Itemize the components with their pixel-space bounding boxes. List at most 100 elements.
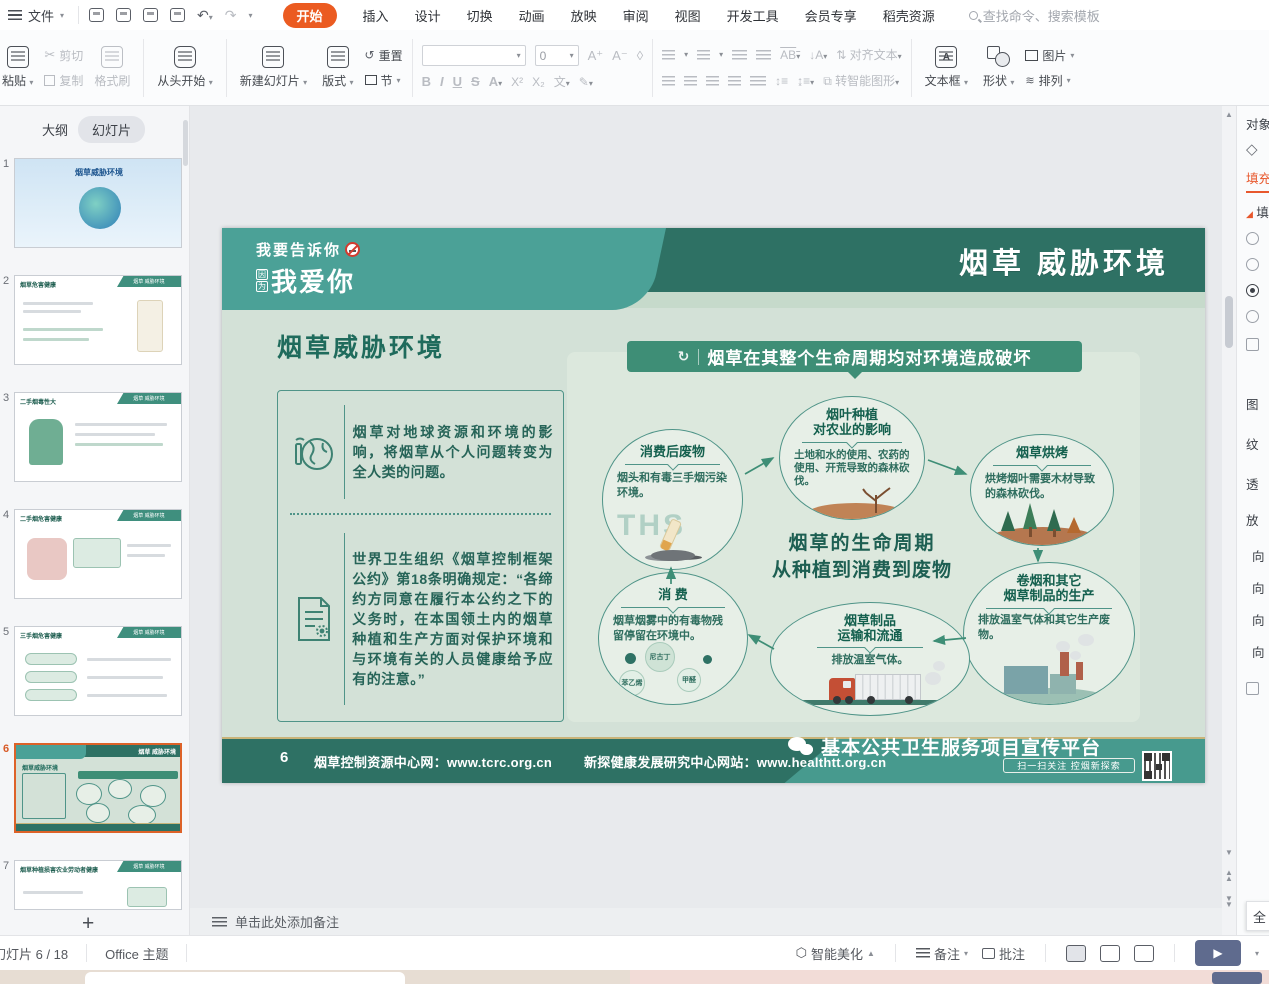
clear-format-button[interactable]: ◊ — [637, 48, 643, 63]
tab-templates[interactable]: 稻壳资源 — [883, 6, 935, 25]
panel-row-offset[interactable]: 向 — [1246, 578, 1265, 597]
corner-tooltip[interactable]: 全 — [1246, 901, 1269, 931]
reset-button[interactable]: ↺重置 — [365, 47, 403, 64]
tab-design[interactable]: 设计 — [415, 6, 441, 25]
panel-row-transparency[interactable]: 透 — [1246, 474, 1259, 493]
print-preview-icon[interactable] — [170, 8, 185, 22]
tab-slides[interactable]: 幻灯片 — [78, 116, 145, 143]
underline-button[interactable]: U — [453, 74, 462, 89]
next-slide-button[interactable]: ▼▼ — [1222, 896, 1236, 908]
vertical-text-button[interactable]: ↓A▾ — [809, 48, 827, 62]
play-options-icon[interactable]: ▾ — [1255, 949, 1259, 958]
fill-option-radio[interactable] — [1246, 310, 1259, 323]
redo-icon[interactable]: ↷ — [225, 7, 237, 24]
font-color-button[interactable]: A▾ — [489, 74, 502, 89]
slide-canvas[interactable]: 我要告诉你 因为 我爱你 烟草 威胁环境 烟草威胁环境 烟草对地球资源和环境的影… — [222, 228, 1205, 783]
fill-option-checkbox[interactable] — [1246, 338, 1259, 351]
arrange-button[interactable]: ≋排列 ▾ — [1025, 72, 1074, 89]
save-icon[interactable] — [89, 8, 104, 22]
slide-thumbnail-6-selected[interactable]: 烟草 威胁环境 烟草威胁环境 — [14, 743, 182, 833]
highlight-button[interactable]: ✎▾ — [579, 75, 593, 89]
font-family-combobox[interactable]: ▾ — [422, 45, 526, 66]
tab-home[interactable]: 开始 — [283, 3, 337, 28]
notes-button[interactable]: 备注 ▾ — [916, 944, 968, 963]
section-button[interactable]: 节 ▾ — [365, 72, 403, 89]
italic-button[interactable]: I — [440, 74, 444, 89]
bold-button[interactable]: B — [422, 74, 431, 89]
tab-review[interactable]: 审阅 — [623, 6, 649, 25]
slide-thumbnail-3[interactable]: 烟草 威胁环境 二手烟毒性大 — [14, 392, 182, 482]
fill-option-radio[interactable] — [1246, 232, 1259, 245]
para-spacing-button[interactable]: ↨≡▾ — [797, 74, 814, 88]
slide-thumbnail-1[interactable]: 烟草威胁环境 — [14, 158, 182, 248]
ribbon-collapse-icon[interactable]: ▾ — [249, 11, 253, 20]
hamburger-icon[interactable] — [8, 10, 22, 20]
fill-option-radio[interactable] — [1246, 258, 1259, 271]
smart-beautify-button[interactable]: ⬡智能美化 ▲ — [796, 944, 875, 963]
tab-slideshow[interactable]: 放映 — [571, 6, 597, 25]
cut-button[interactable]: ✂剪切 — [44, 47, 83, 64]
panel-row-offset[interactable]: 向 — [1246, 610, 1265, 629]
increase-font-button[interactable]: A⁺ — [588, 48, 604, 64]
panel-checkbox[interactable] — [1246, 682, 1259, 695]
slide-thumbnail-4[interactable]: 烟草 威胁环境 二手烟危害健康 — [14, 509, 182, 599]
bullet-list-button[interactable] — [662, 50, 675, 60]
tab-member[interactable]: 会员专享 — [805, 6, 857, 25]
scroll-down-icon[interactable]: ▼ — [1222, 848, 1236, 857]
tab-devtools[interactable]: 开发工具 — [727, 6, 779, 25]
tab-outline[interactable]: 大纲 — [42, 120, 68, 139]
tab-view[interactable]: 视图 — [675, 6, 701, 25]
align-right-button[interactable] — [706, 76, 719, 86]
decrease-font-button[interactable]: A⁻ — [612, 48, 628, 64]
search-box[interactable]: 查找命令、搜索模板 — [969, 6, 1100, 25]
font-size-combobox[interactable]: 0▾ — [535, 45, 579, 66]
slide-thumbnail-7[interactable]: 烟草 威胁环境 烟草种植损害农业劳动者健康 — [14, 860, 182, 910]
slide-thumbnail-5[interactable]: 烟草 威胁环境 三手烟危害健康 — [14, 626, 182, 716]
print-icon[interactable] — [143, 8, 158, 22]
line-spacing-button[interactable]: ↕≡ — [775, 74, 788, 88]
tab-animation[interactable]: 动画 — [519, 6, 545, 25]
fill-section-header[interactable]: ◢ 填充 — [1246, 202, 1269, 221]
pinyin-button[interactable]: 文▾ — [554, 73, 570, 90]
theme-name[interactable]: Office 主题 — [105, 944, 168, 963]
paste-button[interactable]: 粘贴 ▾ — [0, 44, 37, 91]
file-menu[interactable]: 文件 — [28, 6, 54, 25]
increase-indent-button[interactable] — [756, 50, 771, 60]
undo-icon[interactable]: ↶▾ — [197, 7, 213, 24]
justify-button[interactable] — [728, 76, 741, 86]
text-box-button[interactable]: A 文本框 ▾ — [921, 44, 972, 91]
tab-transition[interactable]: 切换 — [467, 6, 493, 25]
panel-row-offset[interactable]: 向 — [1246, 546, 1265, 565]
smart-graphic-button[interactable]: ⧉ 转智能图形▾ — [823, 72, 899, 89]
decrease-indent-button[interactable] — [732, 50, 747, 60]
align-text-button[interactable]: ⇅ 对齐文本▾ — [836, 46, 901, 63]
slide-thumbnail-2[interactable]: 烟草 威胁环境 烟草危害健康 — [14, 275, 182, 365]
align-center-button[interactable] — [684, 76, 697, 86]
export-icon[interactable] — [116, 8, 131, 22]
fill-tab[interactable]: 填充 — [1246, 168, 1269, 193]
add-slide-button[interactable]: + — [82, 912, 94, 935]
picture-button[interactable]: 图片 ▾ — [1025, 47, 1074, 64]
copy-button[interactable]: 复制 — [44, 72, 83, 89]
previous-slide-button[interactable]: ▲▲ — [1222, 870, 1236, 882]
shapes-button[interactable]: 形状 ▾ — [979, 44, 1018, 91]
canvas-scrollbar[interactable]: ▲ ▼ ▲▲ ▼▼ — [1222, 106, 1236, 935]
layout-button[interactable]: 版式 ▾ — [318, 44, 357, 91]
scrollbar-thumb[interactable] — [1225, 296, 1233, 348]
align-left-button[interactable] — [662, 76, 675, 86]
subscript-button[interactable]: X₂ — [532, 75, 545, 89]
slideshow-play-button[interactable]: ▶ — [1195, 940, 1241, 966]
superscript-button[interactable]: X² — [511, 75, 523, 89]
numbered-list-button[interactable] — [697, 50, 710, 60]
panel-row-picture[interactable]: 图 — [1246, 394, 1259, 413]
slide-sorter-view-button[interactable] — [1100, 945, 1120, 962]
normal-view-button[interactable] — [1066, 945, 1086, 962]
fill-option-radio-selected[interactable] — [1246, 284, 1259, 297]
scroll-up-icon[interactable]: ▲ — [1222, 110, 1236, 119]
text-direction-button[interactable]: AB▾ — [780, 48, 800, 62]
play-from-start-button[interactable]: 从头开始 ▾ — [153, 44, 216, 91]
panel-row-offset[interactable]: 向 — [1246, 642, 1265, 661]
panel-row-texture[interactable]: 纹 — [1246, 434, 1259, 453]
format-painter-button[interactable]: 格式刷 — [90, 44, 134, 91]
panel-row-placement[interactable]: 放 — [1246, 510, 1259, 529]
